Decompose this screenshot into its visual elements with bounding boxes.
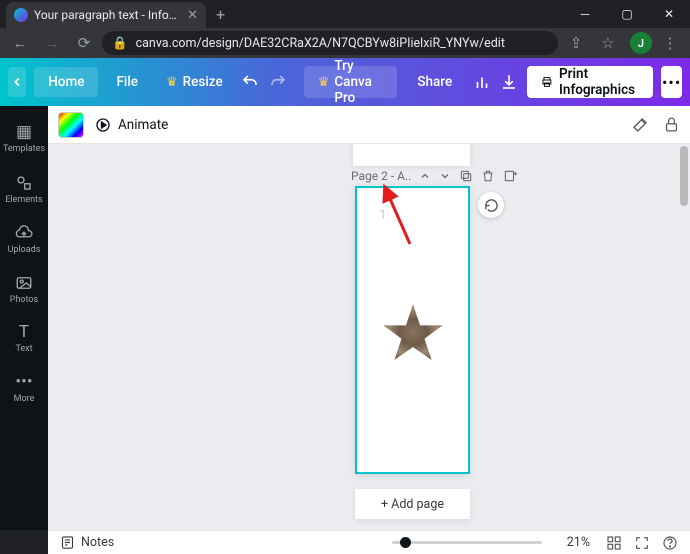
text-icon: T: [19, 324, 29, 341]
templates-icon: ▦: [16, 124, 32, 141]
zoom-slider[interactable]: [392, 541, 542, 544]
duplicate-page-icon[interactable]: [459, 169, 473, 183]
animate-icon: [94, 116, 112, 134]
url-text: canva.com/design/DAE32CRaX2A/N7QCBYw8iPI…: [136, 36, 505, 51]
fullscreen-icon[interactable]: [634, 535, 650, 551]
tab-title: Your paragraph text - Infograp: [34, 8, 181, 22]
animate-label: Animate: [118, 117, 168, 133]
rail-photos[interactable]: Photos: [0, 264, 48, 314]
vertical-scrollbar[interactable]: [678, 144, 688, 530]
bookmark-star-icon[interactable]: ☆: [594, 29, 622, 57]
canvas-workspace[interactable]: Page 2 - A.. 1: [48, 144, 690, 530]
lock-icon: 🔒: [112, 36, 128, 51]
resize-label: Resize: [183, 74, 223, 90]
rail-templates[interactable]: ▦ Templates: [0, 114, 48, 164]
undo-button[interactable]: [241, 67, 261, 97]
help-icon[interactable]: [662, 535, 678, 551]
refresh-page-button[interactable]: [478, 192, 504, 218]
text-placeholder[interactable]: 1: [379, 208, 386, 223]
crown-icon: ♛: [166, 75, 178, 90]
printer-icon: [541, 74, 553, 90]
canva-back-button[interactable]: [8, 67, 26, 97]
photos-icon: [15, 274, 33, 292]
home-button[interactable]: Home: [34, 67, 98, 97]
lock-page-icon[interactable]: [663, 116, 680, 134]
window-minimize-button[interactable]: ─: [564, 0, 606, 28]
window-maximize-button[interactable]: ▢: [606, 0, 648, 28]
chrome-menu-icon[interactable]: ⋮: [656, 29, 684, 57]
new-tab-button[interactable]: +: [216, 5, 225, 24]
page-1-preview[interactable]: [353, 144, 470, 166]
redo-button[interactable]: [268, 67, 288, 97]
share-button[interactable]: Share: [405, 74, 464, 90]
window-close-button[interactable]: ✕: [648, 0, 690, 28]
elements-icon: [15, 174, 33, 192]
canva-favicon: [14, 8, 28, 22]
notes-label: Notes: [81, 535, 114, 550]
try-pro-label: Try Canva Pro: [334, 58, 383, 106]
resize-button[interactable]: ♛ Resize: [156, 74, 233, 90]
grid-view-icon[interactable]: [606, 535, 622, 551]
download-icon[interactable]: [500, 67, 520, 97]
page-label[interactable]: Page 2 - A..: [351, 169, 411, 183]
more-icon: •••: [15, 374, 32, 391]
scrollbar-thumb[interactable]: [680, 146, 688, 206]
delete-page-icon[interactable]: [481, 169, 495, 183]
rail-uploads[interactable]: Uploads: [0, 214, 48, 264]
rail-elements[interactable]: Elements: [0, 164, 48, 214]
notes-button[interactable]: Notes: [60, 535, 114, 550]
animate-button[interactable]: Animate: [94, 116, 168, 134]
file-menu[interactable]: File: [106, 74, 148, 90]
uploads-icon: [15, 224, 33, 242]
add-page-inline-icon[interactable]: [503, 169, 517, 183]
close-tab-icon[interactable]: ✕: [187, 9, 198, 22]
rail-more[interactable]: ••• More: [0, 364, 48, 414]
zoom-slider-thumb[interactable]: [400, 537, 411, 548]
collapse-up-icon[interactable]: [419, 170, 431, 182]
insights-icon[interactable]: [472, 67, 492, 97]
notes-icon: [60, 535, 75, 550]
browser-tab[interactable]: Your paragraph text - Infograp ✕: [6, 2, 206, 28]
more-menu-button[interactable]: •••: [661, 66, 682, 98]
expand-down-icon[interactable]: [439, 170, 451, 182]
rail-text[interactable]: T Text: [0, 314, 48, 364]
forward-button: →: [38, 29, 66, 57]
color-picker-swatch[interactable]: [58, 112, 84, 138]
page-2-canvas[interactable]: 1: [355, 186, 470, 474]
add-page-button[interactable]: + Add page: [355, 489, 470, 519]
crown-icon: ♛: [318, 75, 330, 90]
reload-button[interactable]: ⟳: [70, 29, 98, 57]
try-canva-pro-button[interactable]: ♛ Try Canva Pro: [304, 66, 398, 98]
address-bar[interactable]: 🔒 canva.com/design/DAE32CRaX2A/N7QCBYw8i…: [102, 31, 558, 55]
profile-avatar[interactable]: J: [630, 32, 652, 54]
magic-icon[interactable]: [631, 116, 649, 134]
print-label: Print Infographics: [559, 66, 639, 98]
back-button[interactable]: ←: [6, 29, 34, 57]
star-image-element[interactable]: [381, 301, 445, 365]
print-button[interactable]: Print Infographics: [527, 66, 653, 98]
share-url-icon[interactable]: ⇪: [562, 29, 590, 57]
zoom-value[interactable]: 21%: [550, 535, 590, 550]
